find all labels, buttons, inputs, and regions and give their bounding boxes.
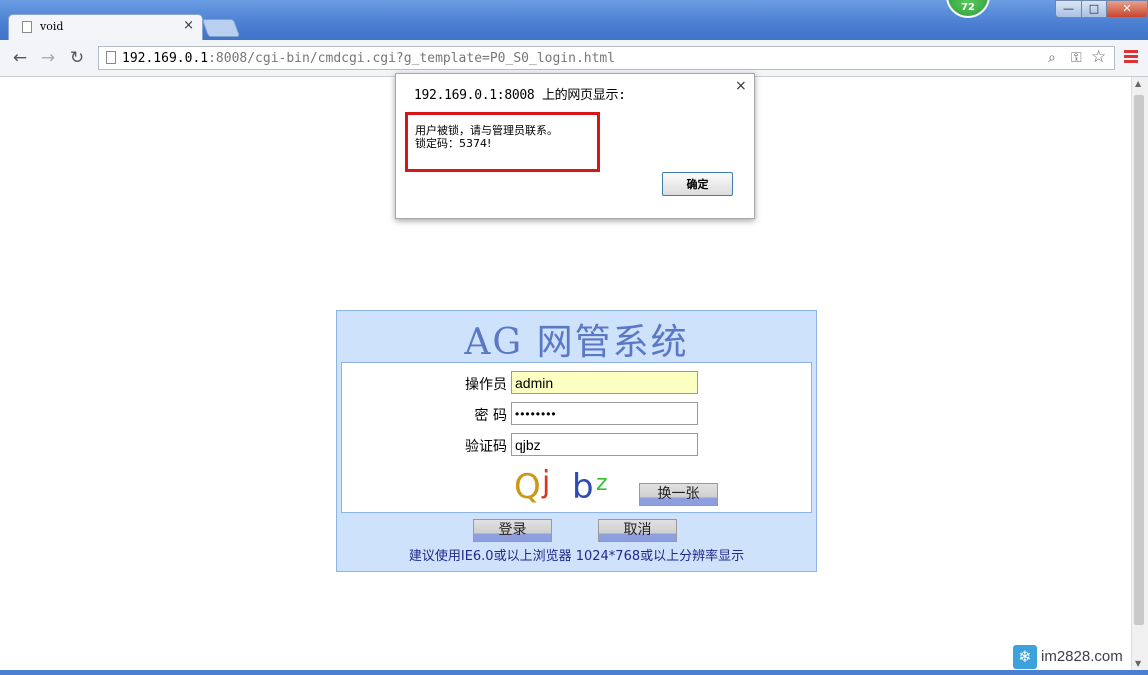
url-text: 192.169.0.1:8008/cgi-bin/cmdcgi.cgi?g_te… xyxy=(122,51,615,66)
snowflake-icon: ❄ xyxy=(1013,645,1037,669)
new-tab-button[interactable] xyxy=(201,19,241,37)
ok-button[interactable]: 确定 xyxy=(662,172,733,196)
tab-close-icon[interactable]: × xyxy=(183,18,194,33)
address-bar[interactable]: 192.169.0.1:8008/cgi-bin/cmdcgi.cgi?g_te… xyxy=(98,46,1115,70)
menu-icon[interactable] xyxy=(1124,50,1138,64)
captcha-image: Q j b z xyxy=(514,465,608,504)
forward-button[interactable]: → xyxy=(38,48,58,68)
maximize-button[interactable]: □ xyxy=(1081,0,1107,18)
login-button[interactable]: 登录 xyxy=(473,519,552,542)
cancel-button[interactable]: 取消 xyxy=(598,519,677,542)
url-host: 192.169.0.1 xyxy=(122,51,209,66)
refresh-captcha-button[interactable]: 换一张 xyxy=(639,483,718,506)
captcha-char: b xyxy=(572,467,594,504)
scroll-down-icon[interactable]: ▼ xyxy=(1135,659,1141,668)
url-path: :8008/cgi-bin/cmdcgi.cgi?g_template=P0_S… xyxy=(208,51,616,66)
search-icon[interactable]: ⌕ xyxy=(1048,50,1056,66)
back-button[interactable]: ← xyxy=(10,48,30,68)
captcha-input[interactable] xyxy=(511,433,698,456)
minimize-button[interactable]: — xyxy=(1055,0,1082,18)
close-icon[interactable]: × xyxy=(735,78,747,94)
window-bottom-edge xyxy=(0,670,1148,675)
page-icon xyxy=(22,21,32,33)
watermark-text: im2828.com xyxy=(1041,648,1123,665)
operator-label: 操作员 xyxy=(465,377,507,393)
password-input[interactable] xyxy=(511,402,698,425)
browser-tab[interactable]: void × xyxy=(8,14,203,41)
captcha-char: z xyxy=(596,471,608,496)
captcha-char: Q xyxy=(514,467,541,504)
highlight-box xyxy=(405,112,600,172)
star-icon[interactable]: ☆ xyxy=(1091,47,1106,67)
captcha-label: 验证码 xyxy=(465,439,507,455)
scroll-up-icon[interactable]: ▲ xyxy=(1135,79,1141,88)
key-icon[interactable]: ⚿ xyxy=(1071,50,1082,66)
captcha-char: j xyxy=(541,465,550,500)
tab-title: void xyxy=(40,20,64,33)
operator-input[interactable] xyxy=(511,371,698,394)
alert-title: 192.169.0.1:8008 上的网页显示: xyxy=(414,88,626,103)
scrollbar-thumb[interactable] xyxy=(1134,95,1144,625)
reload-button[interactable]: ↻ xyxy=(67,48,87,68)
browser-hint: 建议使用IE6.0或以上浏览器 1024*768或以上分辨率显示 xyxy=(408,549,745,564)
password-label: 密 码 xyxy=(474,408,507,424)
close-window-button[interactable]: ✕ xyxy=(1106,0,1148,18)
system-title: AG 网管系统 xyxy=(464,322,689,363)
page-icon xyxy=(106,51,116,64)
